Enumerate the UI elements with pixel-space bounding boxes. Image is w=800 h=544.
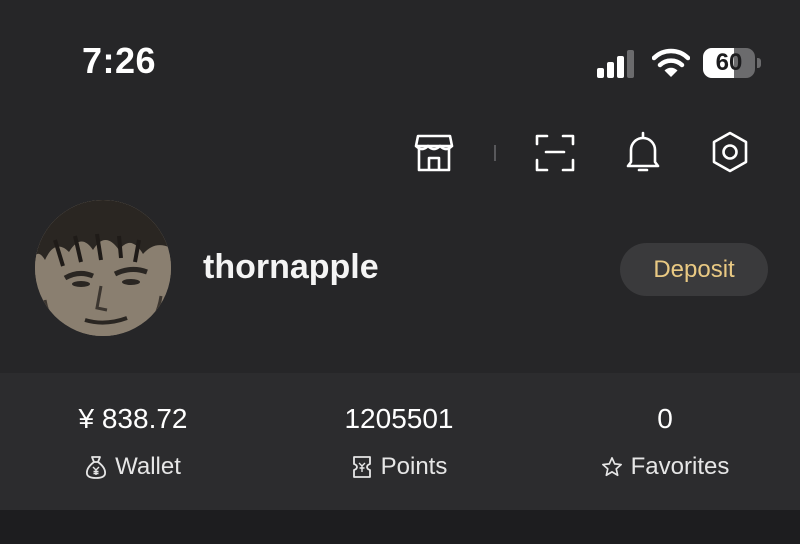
points-value: 1205501 [344,403,454,434]
scan-icon[interactable] [531,128,579,176]
points-label: Points [380,453,448,480]
favorites-count: 0 [657,403,673,434]
ticket-icon [352,456,371,478]
status-time: 7:26 [82,40,157,81]
favorites-stat[interactable]: 0 Favorites [532,373,798,510]
username: thornapple [203,248,379,286]
points-stat[interactable]: 1205501 Points [266,373,532,510]
wallet-stat[interactable]: ¥ 838.72 Wallet [0,373,266,510]
wifi-icon [652,48,690,77]
money-bag-icon [86,456,107,479]
bell-icon[interactable] [619,128,667,176]
battery-indicator: 60 [703,48,761,78]
gear-icon[interactable] [706,128,754,176]
toolbar-divider [494,145,496,161]
wallet-balance: ¥ 838.72 [78,403,188,434]
stats-panel: ¥ 838.72 Wallet 1205501 Points 0 Favorit… [0,373,800,510]
cellular-signal-icon [597,50,634,78]
avatar-portrait [35,200,171,336]
favorites-label: Favorites [630,453,730,480]
wallet-label: Wallet [115,453,181,480]
star-icon [601,457,622,477]
deposit-button[interactable]: Deposit [620,243,768,296]
content-area [0,510,800,544]
status-bar: 7:26 60 [0,0,800,120]
battery-percent: 60 [715,49,743,76]
store-icon[interactable] [410,128,458,176]
avatar[interactable] [35,200,171,336]
